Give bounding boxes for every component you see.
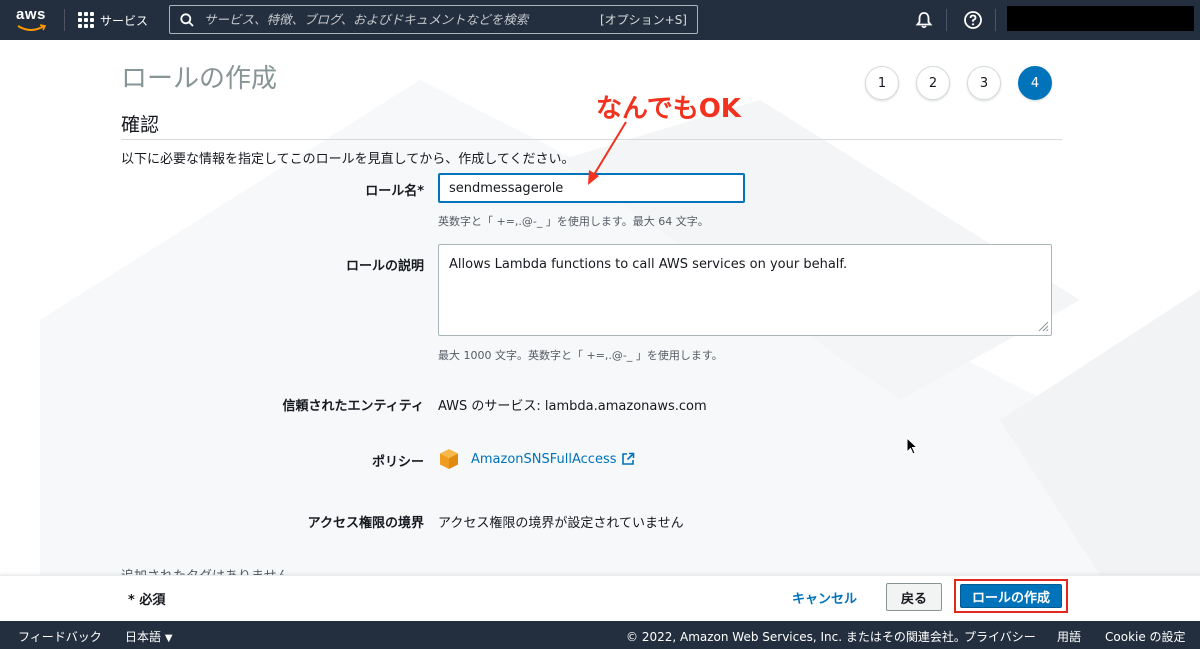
privacy-link[interactable]: プライバシー [964,628,1036,645]
permission-boundary-label: アクセス権限の境界 [307,516,424,531]
caret-down-icon: ▼ [164,633,173,644]
search-input[interactable] [204,12,600,27]
annotation-arrow-icon [588,121,627,185]
bell-icon[interactable] [914,10,934,30]
section-title: 確認 [121,114,160,136]
search-icon [180,12,194,27]
page-title: ロールの作成 [121,64,278,94]
language-label: 日本語 [125,630,162,644]
step-indicator: 1 2 3 4 [865,66,1052,100]
search-box[interactable]: [オプション+S] [169,5,698,34]
role-name-hint: 英数字と「 +=,.@-_ 」を使用します。最大 64 文字。 [438,215,709,228]
step-4-current[interactable]: 4 [1018,66,1052,100]
nav-separator [64,9,65,31]
services-label: サービス [100,13,149,28]
back-button[interactable]: 戻る [886,583,942,611]
step-1[interactable]: 1 [865,66,899,100]
feedback-link[interactable]: フィードバック [18,628,102,645]
permission-boundary-value: アクセス権限の境界が設定されていません [438,516,684,531]
mouse-cursor-icon [906,437,918,455]
role-description-label: ロールの説明 [345,259,424,274]
policy-box-icon [440,449,458,469]
help-icon[interactable] [963,10,983,30]
trusted-entity-value: AWS のサービス: lambda.amazonaws.com [438,399,707,414]
create-role-button[interactable]: ロールの作成 [960,584,1062,608]
terms-link[interactable]: 用語 [1057,628,1081,645]
services-menu-button[interactable]: サービス [78,8,148,32]
top-navigation: aws サービス [オプション+S] [0,0,1200,40]
role-description-hint: 最大 1000 文字。英数字と「 +=,.@-_ 」を使用します。 [438,349,723,362]
copyright-text: © 2022, Amazon Web Services, Inc. またはその関… [626,630,966,644]
aws-logo-text: aws [16,6,46,23]
nav-separator [946,9,947,31]
role-name-label: ロール名* [365,184,424,199]
aws-smile-icon [17,24,47,31]
resize-grip-icon[interactable] [1037,320,1049,332]
intro-text: 以下に必要な情報を指定してこのロールを見直してから、作成してください。 [121,152,575,167]
console-footer: フィードバック 日本語 ▼ © 2022, Amazon Web Service… [0,621,1200,649]
language-selector[interactable]: 日本語 ▼ [125,628,173,645]
cookie-settings-link[interactable]: Cookie の設定 [1105,628,1186,645]
policy-label: ポリシー [371,455,424,470]
account-menu-redacted[interactable] [1007,6,1194,31]
aws-logo[interactable]: aws [14,6,50,34]
search-shortcut: [オプション+S] [599,13,687,27]
cancel-button[interactable]: キャンセル [784,583,865,611]
create-role-highlight: ロールの作成 [954,579,1068,613]
policy-link-amazonsnsfullaccess[interactable]: AmazonSNSFullAccess [471,452,617,467]
role-description-textarea[interactable]: Allows Lambda functions to call AWS serv… [438,244,1052,336]
step-2[interactable]: 2 [916,66,950,100]
nav-separator [995,9,996,31]
external-link-icon[interactable] [621,452,635,466]
trusted-entity-label: 信頼されたエンティティ [282,399,424,414]
step-3[interactable]: 3 [967,66,1001,100]
required-note: * 必須 [128,593,166,608]
grid-icon [78,12,94,28]
